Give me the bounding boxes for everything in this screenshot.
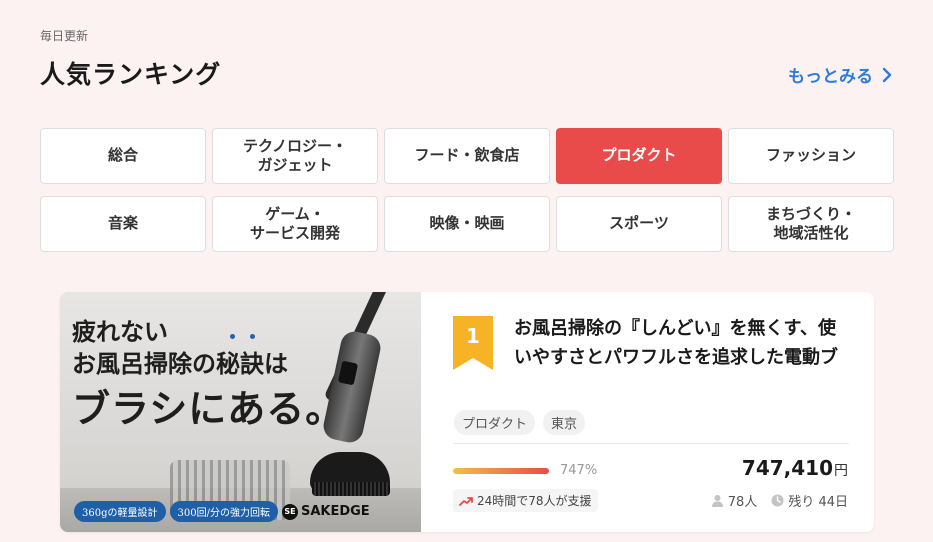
card-divider — [454, 443, 849, 444]
trend-badge: 24時間で78人が支援 — [453, 489, 598, 512]
supporters-count: 78人 — [727, 495, 758, 510]
emphasis-dots — [228, 334, 258, 340]
category-tab[interactable]: スポーツ — [556, 196, 722, 252]
weight-badge: 360gの軽量設計 — [74, 501, 166, 522]
brand-logo: SE SAKEDGE — [281, 503, 370, 520]
category-tab[interactable]: 音楽 — [40, 196, 206, 252]
progress-percent: 747% — [560, 463, 598, 478]
category-tab[interactable]: プロダクト — [556, 128, 722, 184]
brush-bristles — [312, 482, 390, 496]
category-tab[interactable]: ゲーム・ サービス開発 — [212, 196, 378, 252]
promo-headline-1: 疲れない — [72, 317, 168, 346]
promo-badges: 360gの軽量設計 300回/分の強力回転 SE SAKEDGE — [74, 501, 370, 522]
supporters-stat: 78人 — [711, 491, 758, 510]
project-thumbnail: 疲れない お風呂掃除の秘訣は ブラシにある。 360gの軽量設計 300回/分の… — [60, 292, 421, 532]
page-title: 人気ランキング — [40, 60, 222, 89]
promo-headline-2: お風呂掃除の秘訣は — [72, 349, 288, 378]
amount-value: 747,410 — [741, 456, 833, 480]
project-title[interactable]: お風呂掃除の『しんどい』を無くす、使いやすさとパワフルさを追求した電動ブラシ — [514, 314, 854, 372]
see-more-link[interactable]: もっとみる — [788, 62, 893, 87]
category-tab[interactable]: まちづくり・ 地域活性化 — [728, 196, 894, 252]
tag-location[interactable]: 東京 — [543, 410, 586, 435]
ranking-card[interactable]: 疲れない お風呂掃除の秘訣は ブラシにある。 360gの軽量設計 300回/分の… — [60, 292, 874, 532]
project-stats: 78人 残り 44日 — [711, 491, 848, 510]
chevron-right-icon — [882, 67, 892, 82]
ranking-update-note: 毎日更新 — [40, 29, 89, 43]
promo-headline-3: ブラシにある。 — [72, 386, 345, 431]
trend-text: 24時間で78人が支援 — [477, 494, 592, 508]
see-more-label: もっとみる — [788, 67, 873, 87]
category-tab[interactable]: 映像・映画 — [384, 196, 550, 252]
tag-category[interactable]: プロダクト — [454, 410, 536, 435]
brand-mark-icon: SE — [281, 503, 298, 520]
remaining-stat: 残り 44日 — [771, 491, 848, 510]
currency-label: 円 — [834, 463, 848, 479]
rank-number: 1 — [466, 324, 480, 348]
category-tab[interactable]: フード・飲食店 — [384, 128, 550, 184]
trend-up-icon — [459, 496, 473, 506]
progress-bar — [453, 468, 549, 474]
category-tab[interactable]: 総合 — [40, 128, 206, 184]
rank-badge: 1 — [453, 316, 493, 370]
category-tab[interactable]: テクノロジー・ ガジェット — [212, 128, 378, 184]
funded-amount: 747,410円 — [742, 456, 848, 480]
category-tabs: 総合 テクノロジー・ ガジェット フード・飲食店 プロダクト ファッション 音楽… — [40, 128, 894, 252]
remaining-days: 残り 44日 — [788, 495, 848, 510]
project-tags: プロダクト 東京 — [454, 410, 586, 435]
brand-name: SAKEDGE — [300, 504, 370, 519]
person-icon — [711, 495, 723, 507]
category-tab[interactable]: ファッション — [728, 128, 894, 184]
clock-icon — [771, 494, 784, 507]
rotation-badge: 300回/分の強力回転 — [169, 501, 278, 522]
